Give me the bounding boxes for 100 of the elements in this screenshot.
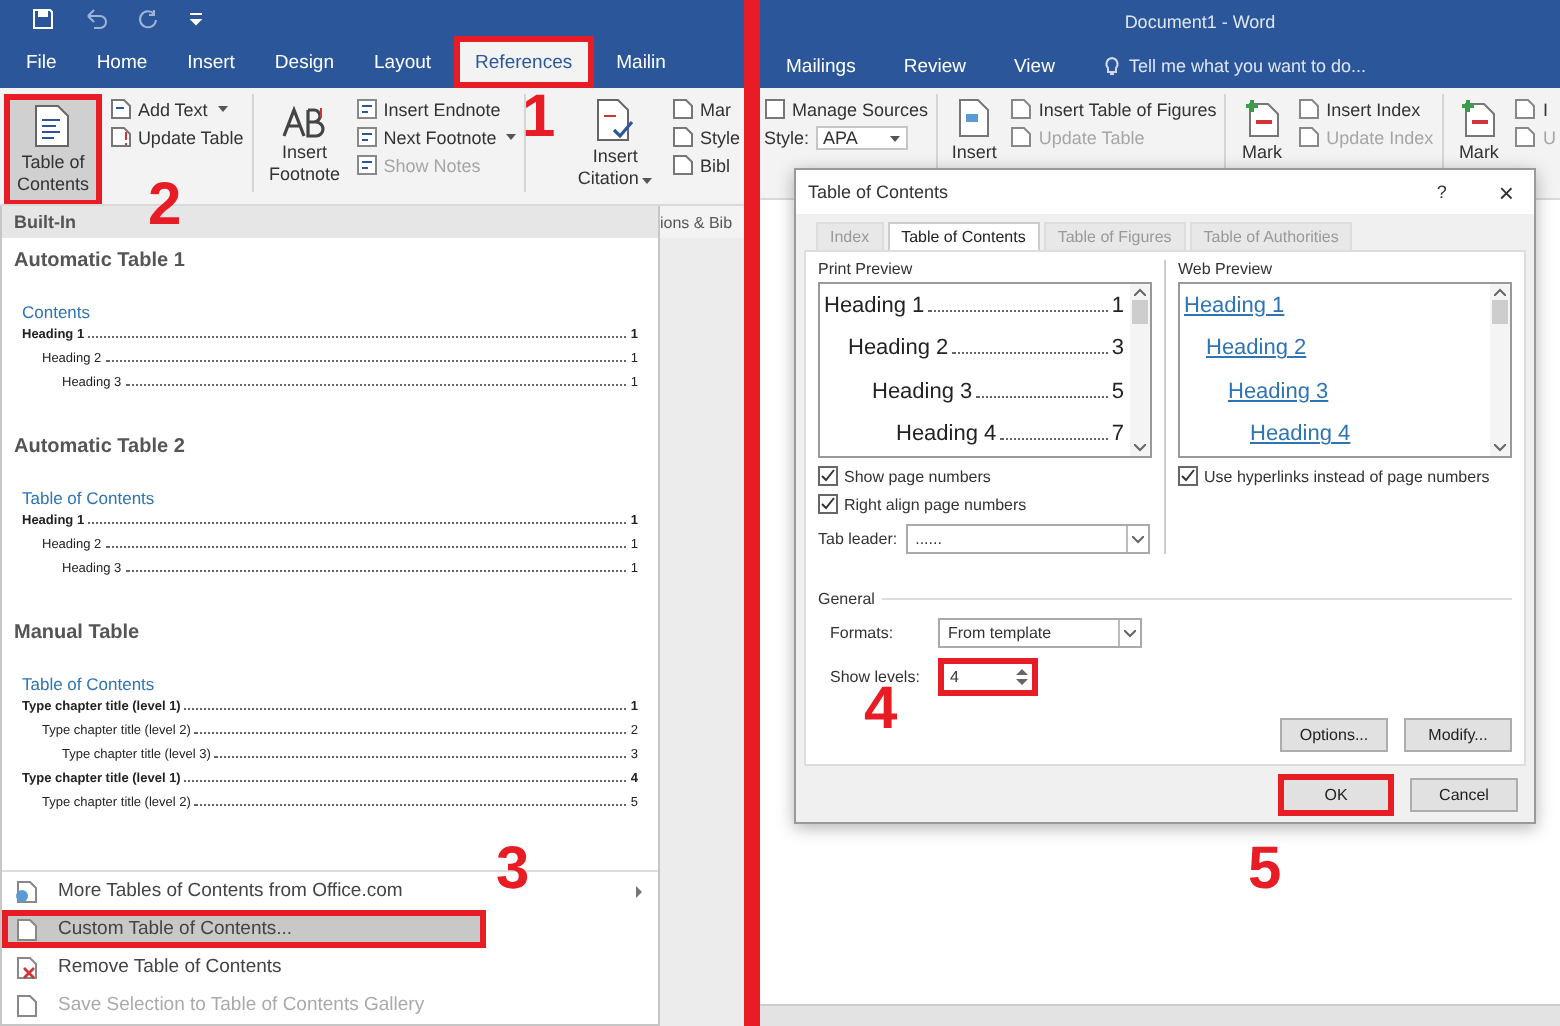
lightbulb-icon	[1104, 56, 1121, 76]
ribbon-small-button[interactable]: Style	[671, 126, 740, 148]
ribbon-tab[interactable]: Mailings	[768, 44, 874, 88]
ribbon-tab[interactable]: Home	[78, 36, 166, 88]
style-dropdown[interactable]: APA	[815, 126, 908, 150]
heading-link[interactable]: Heading 1	[1184, 293, 1285, 318]
menu-item[interactable]: Custom Table of Contents...	[2, 910, 486, 948]
formats-label: Formats:	[830, 624, 896, 642]
ribbon-small-button[interactable]: Update Table	[109, 126, 244, 148]
step-number: 5	[1248, 840, 1282, 900]
ribbon-small-button[interactable]: Insert Index	[1298, 98, 1434, 120]
ribbon-small-button[interactable]: Next Footnote	[355, 126, 517, 148]
document-icon	[14, 917, 38, 941]
heading-link[interactable]: Heading 2	[1206, 336, 1307, 361]
scroll-thumb[interactable]	[1492, 300, 1508, 324]
ribbon-small-button[interactable]: Insert Table of Figures	[1010, 98, 1217, 120]
document-icon	[1010, 98, 1033, 120]
ribbon-tab[interactable]: Layout	[356, 36, 450, 88]
group-label: ions & Bib	[660, 206, 744, 238]
dialog-button[interactable]: Modify...	[1404, 718, 1512, 752]
ribbon-tab[interactable]: View	[996, 44, 1073, 88]
ribbon-small-button[interactable]: Bibl	[671, 154, 740, 176]
step-number: 3	[496, 840, 530, 900]
insert-caption-button[interactable]: Insert	[945, 94, 1003, 168]
mark-citation-button[interactable]: Mark	[1450, 94, 1507, 168]
web-preview-label: Web Preview	[1178, 260, 1274, 278]
tell-me-field[interactable]: Tell me what you want to do...	[1104, 44, 1366, 88]
tab-leader-dropdown[interactable]: ......	[905, 524, 1150, 554]
ribbon-tab[interactable]: Mailin	[598, 36, 684, 88]
scroll-up-icon[interactable]	[1494, 288, 1506, 296]
save-icon[interactable]	[32, 7, 54, 29]
formats-dropdown[interactable]: From template	[938, 618, 1142, 648]
ribbon-small-button[interactable]: Mar	[671, 98, 740, 120]
scrollbar[interactable]	[1490, 284, 1510, 456]
ribbon-tab[interactable]: References	[453, 36, 595, 88]
dialog-tab[interactable]: Table of Contents	[887, 222, 1040, 250]
redo-icon[interactable]	[138, 7, 160, 29]
caret-icon	[217, 106, 228, 112]
show-levels-spinner[interactable]: 4	[938, 658, 1038, 696]
menu-item[interactable]: Remove Table of Contents	[2, 948, 658, 986]
document-icon	[109, 126, 132, 148]
document-icon	[14, 993, 38, 1017]
ribbon-small-button[interactable]: I	[1514, 98, 1556, 120]
checkbox[interactable]: Use hyperlinks instead of page numbers	[1178, 466, 1512, 486]
document-icon	[109, 98, 132, 120]
table-of-contents-button[interactable]: Table of Contents	[4, 94, 102, 204]
ribbon-small-button[interactable]: Insert Endnote	[355, 98, 517, 120]
remove-document-icon	[14, 955, 38, 979]
insert-footnote-button[interactable]: Insert Footnote	[261, 94, 348, 190]
caret-icon	[506, 134, 517, 140]
undo-icon[interactable]	[82, 7, 110, 29]
manage-sources-button[interactable]: Manage Sources	[764, 98, 929, 120]
ribbon-tab[interactable]: Review	[885, 44, 985, 88]
note-icon	[355, 126, 378, 148]
caret-icon	[889, 135, 900, 141]
insert-citation-button[interactable]: Insert Citation	[566, 94, 664, 194]
scroll-thumb[interactable]	[1132, 300, 1148, 324]
step-number: 1	[522, 88, 556, 148]
document-icon	[1514, 98, 1537, 120]
general-label: General	[818, 590, 875, 608]
checkmark-icon	[1180, 468, 1196, 484]
citation-icon	[595, 98, 636, 142]
online-document-icon	[14, 879, 38, 903]
mark-entry-button[interactable]: Mark	[1234, 94, 1291, 168]
document-icon	[1298, 126, 1321, 148]
document-icon	[671, 98, 694, 120]
scroll-up-icon[interactable]	[1134, 288, 1146, 296]
ribbon-tab[interactable]: Insert	[169, 36, 253, 88]
scroll-down-icon[interactable]	[1494, 444, 1506, 452]
style-label: Style:	[764, 128, 810, 148]
scroll-down-icon[interactable]	[1134, 444, 1146, 452]
tab-leader-label: Tab leader:	[818, 530, 898, 548]
document-icon	[958, 98, 991, 138]
checkbox[interactable]: Right align page numbers	[818, 494, 1152, 514]
ribbon-tab[interactable]: Design	[256, 36, 352, 88]
document-icon	[1514, 126, 1537, 148]
customize-icon[interactable]	[188, 10, 204, 26]
caret-icon	[642, 178, 653, 184]
ribbon-tab[interactable]: File	[8, 36, 75, 88]
dialog-title: Table of Contents	[808, 182, 949, 202]
note-icon	[355, 98, 378, 120]
document-icon	[1298, 98, 1321, 120]
heading-link[interactable]: Heading 3	[1228, 379, 1329, 404]
scrollbar[interactable]	[1130, 284, 1150, 456]
document-icon	[34, 104, 71, 148]
window-title: Document1 - Word	[1124, 12, 1276, 32]
dialog-button[interactable]: Options...	[1280, 718, 1388, 752]
dialog-button[interactable]: Cancel	[1410, 777, 1518, 811]
mark-document-icon	[1244, 98, 1281, 138]
step-number: 4	[864, 680, 898, 740]
heading-link[interactable]: Heading 4	[1250, 422, 1351, 447]
note-icon	[355, 154, 378, 176]
help-button[interactable]: ?	[1436, 182, 1447, 202]
print-preview-box: Heading 1 1 Heading 2 3 Heading 3 5 Heading 4 7	[818, 282, 1152, 458]
close-button[interactable]: ×	[1498, 177, 1514, 207]
ribbon-small-button[interactable]: Add Text	[109, 98, 244, 120]
dialog-button[interactable]: OK	[1278, 773, 1394, 815]
mark-document-icon	[1460, 98, 1497, 138]
document-icon	[671, 154, 694, 176]
checkbox[interactable]: Show page numbers	[818, 466, 1152, 486]
